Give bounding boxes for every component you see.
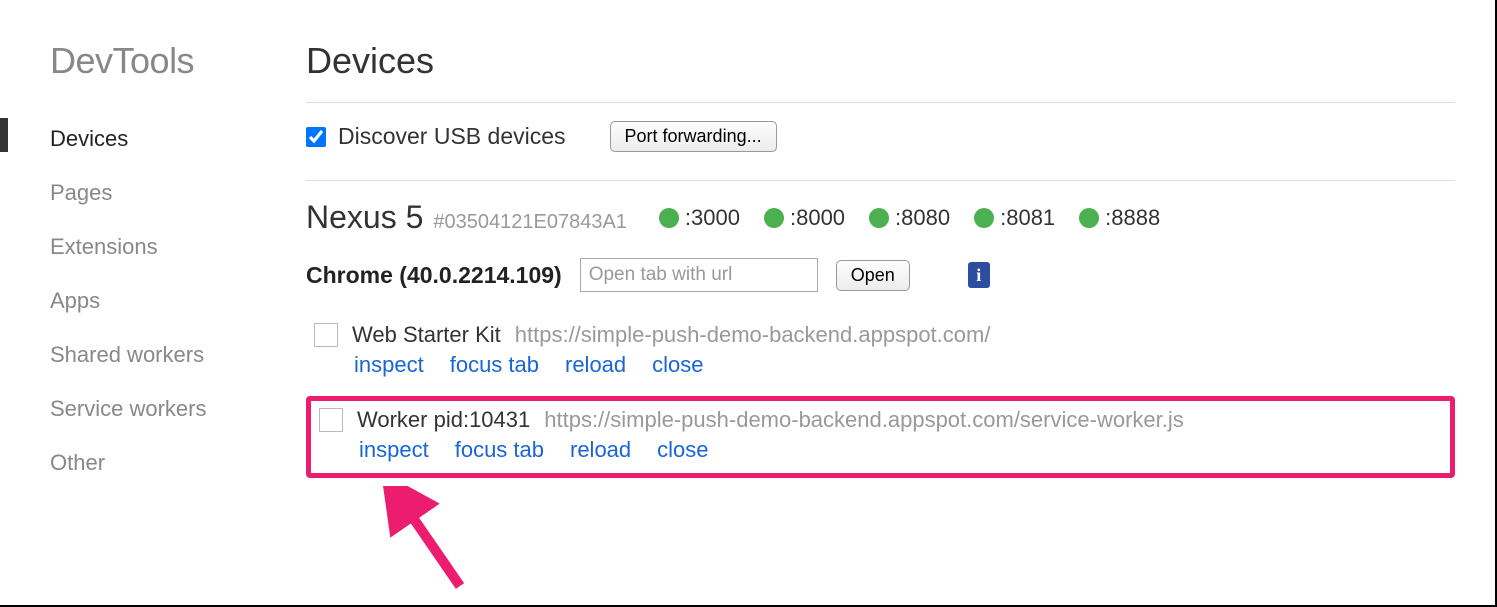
target-checkbox[interactable] [319, 408, 343, 432]
target-url: https://simple-push-demo-backend.appspot… [544, 407, 1184, 433]
divider [306, 180, 1455, 181]
target-checkbox[interactable] [314, 323, 338, 347]
device-header: Nexus 5 #03504121E07843A1 :3000 :8000 :8… [306, 199, 1455, 236]
close-link[interactable]: close [657, 437, 708, 463]
target-row-highlighted: Worker pid:10431 https://simple-push-dem… [306, 396, 1455, 478]
status-dot-icon [764, 208, 784, 228]
sidebar-item-pages[interactable]: Pages [50, 166, 270, 220]
port-indicator: :8081 [974, 205, 1055, 231]
port-indicator: :8000 [764, 205, 845, 231]
status-dot-icon [869, 208, 889, 228]
port-label: :8081 [1000, 205, 1055, 231]
port-indicator: :8888 [1079, 205, 1160, 231]
sidebar-item-shared-workers[interactable]: Shared workers [50, 328, 270, 382]
close-link[interactable]: close [652, 352, 703, 378]
port-label: :8000 [790, 205, 845, 231]
status-dot-icon [1079, 208, 1099, 228]
sidebar-item-devices[interactable]: Devices [50, 112, 270, 166]
target-row: Web Starter Kit https://simple-push-demo… [306, 316, 1455, 388]
sidebar-item-other[interactable]: Other [50, 436, 270, 490]
reload-link[interactable]: reload [565, 352, 626, 378]
inspect-link[interactable]: inspect [359, 437, 429, 463]
device-name: Nexus 5 [306, 199, 423, 236]
discover-usb-checkbox[interactable] [306, 127, 326, 147]
target-url: https://simple-push-demo-backend.appspot… [515, 322, 991, 348]
focus-tab-link[interactable]: focus tab [450, 352, 539, 378]
info-icon[interactable]: i [968, 262, 990, 288]
device-serial: #03504121E07843A1 [433, 211, 627, 234]
sidebar-item-service-workers[interactable]: Service workers [50, 382, 270, 436]
browser-label: Chrome (40.0.2214.109) [306, 262, 562, 289]
sidebar-item-apps[interactable]: Apps [50, 274, 270, 328]
port-indicator: :3000 [659, 205, 740, 231]
port-label: :8080 [895, 205, 950, 231]
app-title: DevTools [50, 40, 270, 82]
status-dot-icon [659, 208, 679, 228]
open-tab-url-input[interactable] [580, 258, 818, 292]
port-label: :8888 [1105, 205, 1160, 231]
browser-row: Chrome (40.0.2214.109) Open i [306, 258, 1455, 292]
port-label: :3000 [685, 205, 740, 231]
target-title: Web Starter Kit [352, 322, 501, 348]
port-forwarding-button[interactable]: Port forwarding... [610, 121, 777, 152]
inspect-link[interactable]: inspect [354, 352, 424, 378]
status-dot-icon [974, 208, 994, 228]
discover-usb-label: Discover USB devices [338, 123, 566, 150]
target-title: Worker pid:10431 [357, 407, 530, 433]
port-indicator: :8080 [869, 205, 950, 231]
focus-tab-link[interactable]: focus tab [455, 437, 544, 463]
sidebar: DevTools Devices Pages Extensions Apps S… [0, 0, 270, 605]
open-button[interactable]: Open [836, 260, 910, 291]
toolbar: Discover USB devices Port forwarding... [306, 121, 1455, 152]
reload-link[interactable]: reload [570, 437, 631, 463]
page-title: Devices [306, 40, 1455, 82]
main-content: Devices Discover USB devices Port forwar… [270, 0, 1495, 605]
sidebar-item-extensions[interactable]: Extensions [50, 220, 270, 274]
divider [306, 102, 1455, 103]
